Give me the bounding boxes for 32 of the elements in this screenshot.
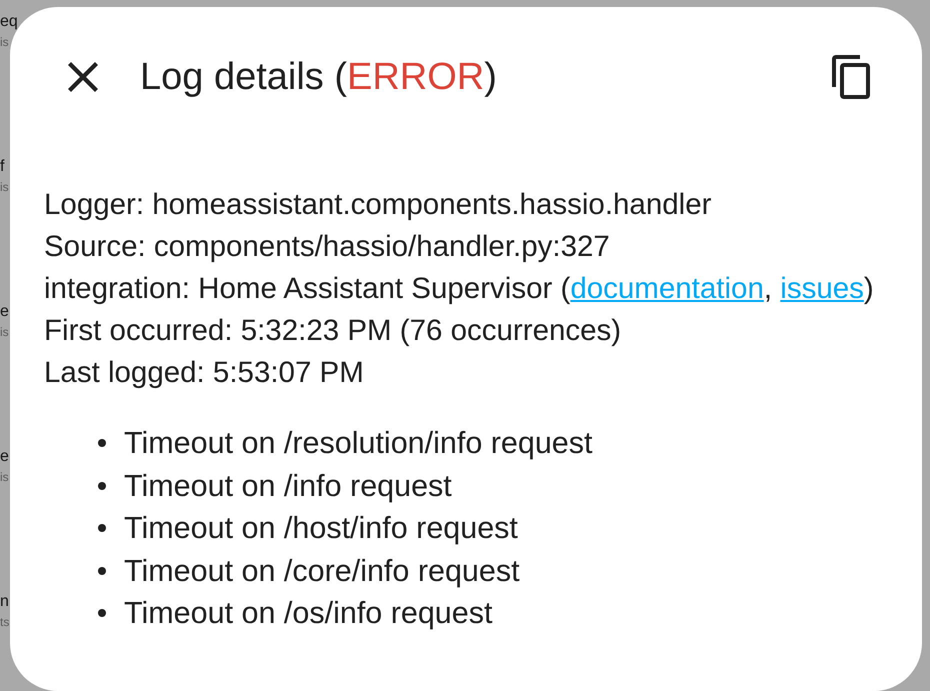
close-button[interactable] (68, 62, 98, 92)
list-item-title: f (0, 157, 4, 177)
dialog-title: Log details (ERROR) (140, 55, 498, 99)
detail-line: Source: components/hassio/handler.py:327 (44, 229, 611, 265)
message-text: Timeout on /os/info request (124, 595, 492, 632)
bullet-icon (98, 524, 106, 532)
list-item-subtitle: is (0, 179, 9, 195)
bullet-icon (98, 482, 106, 490)
inline-link[interactable]: issues (780, 272, 864, 305)
inline-link[interactable]: documentation (570, 272, 764, 305)
bullet-icon (98, 609, 106, 618)
list-item-title: n (0, 592, 9, 612)
copy-button[interactable] (832, 55, 870, 99)
bullet-icon (98, 439, 106, 448)
detail-line: First occurred: 5:32:23 PM (76 occurrences) (44, 313, 622, 349)
message-text: Timeout on /host/info request (124, 510, 518, 548)
copy-icon (832, 55, 870, 99)
list-item-title: e (0, 302, 9, 322)
list-item-subtitle: is (0, 324, 9, 340)
message-text: Timeout on /info request (124, 468, 452, 505)
list-item-subtitle: is (0, 469, 9, 485)
list-item-subtitle: is (0, 34, 9, 50)
detail-line: integration: Home Assistant Supervisor (documentation, issues) (44, 271, 875, 307)
bullet-icon (98, 566, 106, 575)
list-item-title: eq (0, 12, 18, 32)
detail-line: Logger: homeassistant.components.hassio.handler (44, 187, 712, 223)
message-text: Timeout on /core/info request (124, 552, 520, 590)
message-text: Timeout on /resolution/info request (124, 425, 592, 462)
list-item-subtitle: ts (0, 614, 10, 630)
detail-line: Last logged: 5:53:07 PM (44, 355, 365, 391)
close-icon (68, 62, 98, 92)
list-item-title: e (0, 447, 9, 467)
